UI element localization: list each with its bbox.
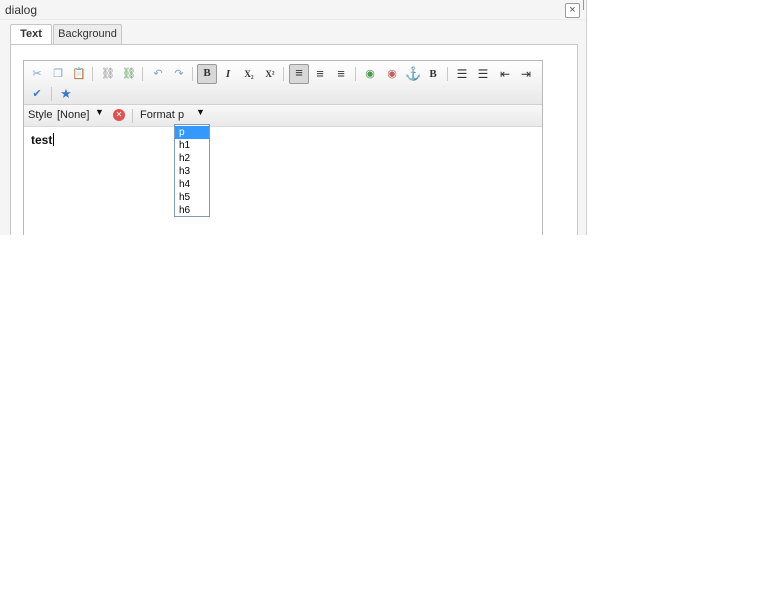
format-option-h1[interactable]: h1 (175, 139, 209, 152)
close-icon[interactable]: × (565, 3, 580, 18)
chevron-down-icon[interactable]: ▼ (95, 107, 104, 117)
dialog-window: dialog × Text Background ✂ ❐ 📋 ⛓ ⛓ ↶ ↷ B… (0, 0, 587, 235)
format-option-h3[interactable]: h3 (175, 165, 209, 178)
clear-style-icon[interactable]: ✕ (113, 109, 125, 121)
toolbar-separator (142, 67, 143, 81)
align-right-icon[interactable]: ≡ (333, 66, 349, 82)
link-icon[interactable]: ⛓ (100, 66, 116, 82)
toolbar-separator (283, 67, 284, 81)
rich-text-editor: ✂ ❐ 📋 ⛓ ⛓ ↶ ↷ B I X₂ X² ≡ ≡ ≡ ◉ ◉ ⚓ B ☰ … (23, 60, 543, 235)
format-option-h2[interactable]: h2 (175, 152, 209, 165)
toolbar-separator (51, 87, 52, 101)
chevron-down-icon[interactable]: ▼ (196, 107, 205, 117)
format-option-h6[interactable]: h6 (175, 204, 209, 217)
spellcheck-icon[interactable]: ✔ (29, 86, 45, 102)
format-dropdown-list: p h1 h2 h3 h4 h5 h6 (174, 124, 210, 217)
star-icon[interactable]: ★ (58, 86, 74, 102)
dialog-title: dialog (5, 3, 38, 17)
editor-content[interactable]: test (31, 133, 55, 147)
undo-icon[interactable]: ↶ (150, 66, 166, 82)
outdent-icon[interactable]: ⇤ (497, 66, 513, 82)
cut-icon[interactable]: ✂ (29, 66, 45, 82)
unlink-icon[interactable]: ⛓ (121, 66, 137, 82)
bullet-list-icon[interactable]: ☰ (454, 66, 470, 82)
tab-background[interactable]: Background (53, 24, 122, 45)
format-option-h4[interactable]: h4 (175, 178, 209, 191)
toolbar-separator (192, 67, 193, 81)
toolbar-separator (447, 67, 448, 81)
toolbar-separator (355, 67, 356, 81)
tab-text[interactable]: Text (10, 24, 52, 46)
indent-icon[interactable]: ⇥ (518, 66, 534, 82)
format-option-p[interactable]: p (175, 126, 209, 139)
style-format-bar: Style [None] ▼ ✕ Format p ▼ (24, 105, 542, 127)
align-left-icon[interactable]: ≡ (289, 64, 309, 84)
window-edge (583, 0, 586, 10)
toolbar-separator (132, 109, 133, 123)
italic-icon[interactable]: I (220, 66, 236, 82)
paste-icon[interactable]: 📋 (71, 66, 87, 82)
format-select[interactable]: p (178, 107, 198, 123)
bold-text-icon[interactable]: B (425, 66, 441, 82)
editor-toolbar: ✂ ❐ 📋 ⛓ ⛓ ↶ ↷ B I X₂ X² ≡ ≡ ≡ ◉ ◉ ⚓ B ☰ … (24, 61, 542, 105)
subscript-icon[interactable]: X₂ (241, 66, 257, 82)
format-option-h5[interactable]: h5 (175, 191, 209, 204)
globe-remove-icon[interactable]: ◉ (384, 66, 400, 82)
title-bar[interactable]: dialog × (0, 0, 586, 20)
numbered-list-icon[interactable]: ☰ (475, 66, 491, 82)
style-label: Style (28, 109, 53, 121)
align-center-icon[interactable]: ≡ (312, 66, 328, 82)
toolbar-separator (92, 67, 93, 81)
text-cursor (53, 133, 55, 146)
format-label: Format (140, 109, 175, 121)
content-text: test (31, 133, 53, 147)
globe-icon[interactable]: ◉ (362, 66, 378, 82)
copy-icon[interactable]: ❐ (50, 66, 66, 82)
redo-icon[interactable]: ↷ (171, 66, 187, 82)
superscript-icon[interactable]: X² (262, 66, 278, 82)
anchor-icon[interactable]: ⚓ (405, 66, 421, 82)
bold-icon[interactable]: B (197, 64, 217, 84)
